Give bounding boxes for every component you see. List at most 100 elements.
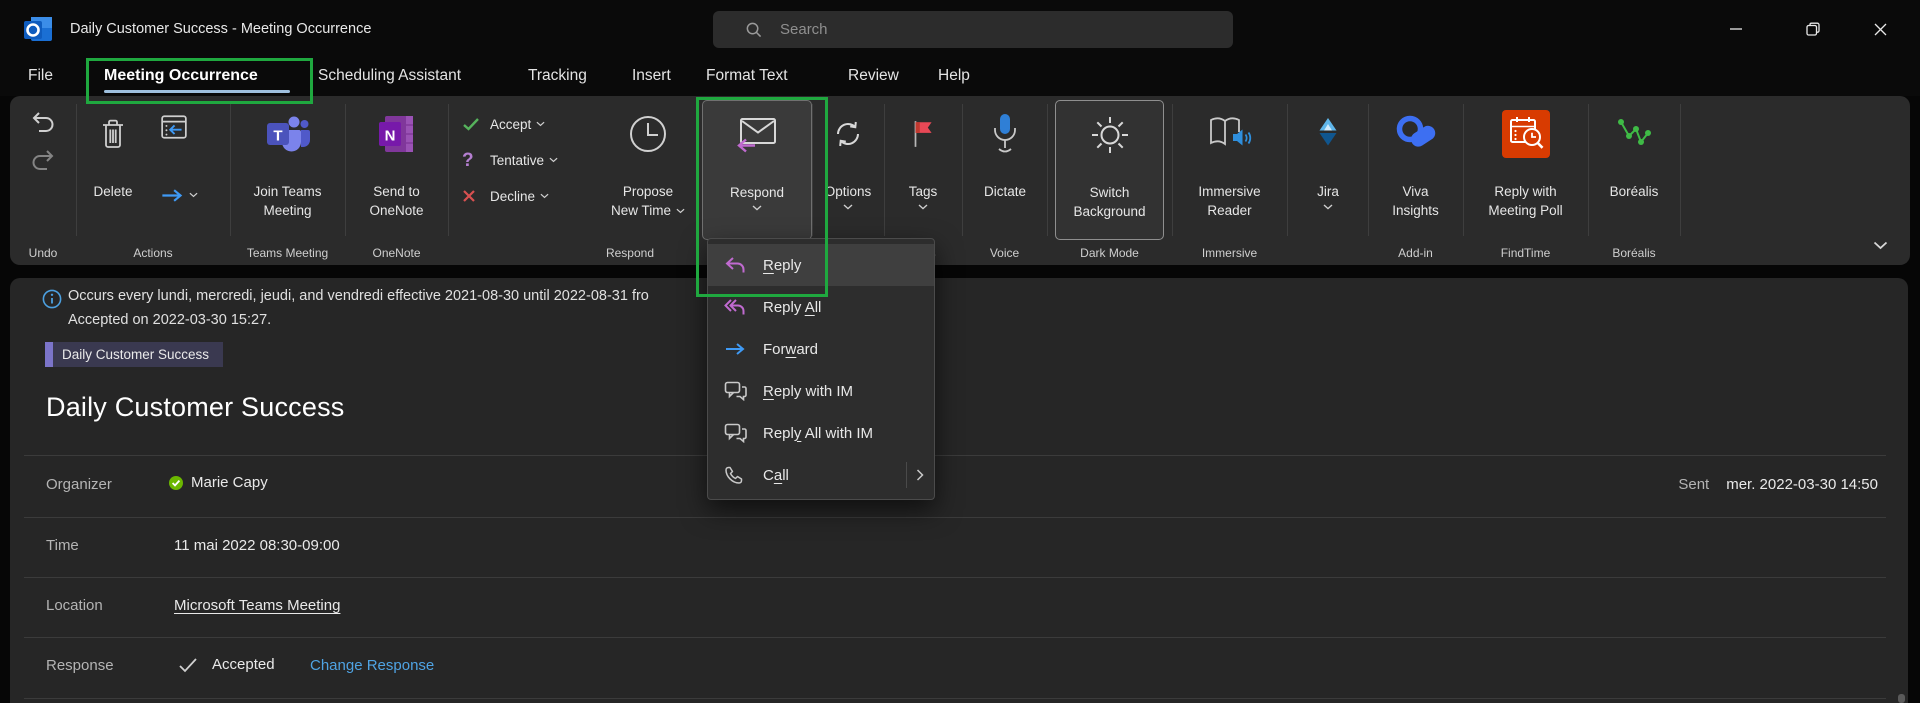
decline-button[interactable]: Decline xyxy=(462,178,602,214)
meeting-poll-label-2: Meeting Poll xyxy=(1488,203,1563,218)
borealis-label: Boréalis xyxy=(1609,184,1659,199)
group-actions: Delete Actions xyxy=(76,96,230,265)
organizer-person[interactable]: Marie Capy xyxy=(168,474,268,491)
category-color-bar xyxy=(45,342,53,367)
tab-scheduling-assistant[interactable]: Scheduling Assistant xyxy=(318,58,461,96)
group-divider xyxy=(1680,104,1681,236)
minimize-icon xyxy=(1730,28,1742,30)
propose-new-time-button[interactable]: Propose New Time xyxy=(598,100,698,240)
restore-button[interactable] xyxy=(1790,0,1836,58)
tab-review[interactable]: Review xyxy=(848,58,899,96)
accept-button[interactable]: Accept xyxy=(462,106,602,142)
tentative-label: Tentative xyxy=(490,152,545,168)
search-input[interactable] xyxy=(778,20,1162,39)
viva-insights-icon xyxy=(1393,103,1439,165)
menu-item-label: Call xyxy=(763,466,789,484)
row-divider xyxy=(24,517,1886,518)
send-to-onenote-button[interactable]: N Send to OneNote xyxy=(349,100,444,240)
delete-button[interactable]: Delete xyxy=(80,100,146,240)
viva-insights-label-2: Insights xyxy=(1392,203,1439,218)
tab-file[interactable]: File xyxy=(28,58,53,96)
switch-background-label-2: Background xyxy=(1073,204,1146,219)
chevron-down-icon xyxy=(752,205,762,211)
immersive-reader-button[interactable]: Immersive Reader xyxy=(1174,100,1285,240)
menu-item-forward[interactable]: Forward xyxy=(708,328,934,370)
tags-button[interactable]: Tags xyxy=(892,100,954,240)
group-label-addin: Add-in xyxy=(1398,246,1433,260)
switch-background-label-1: Switch xyxy=(1089,185,1130,200)
join-teams-label-1: Join Teams xyxy=(253,184,322,199)
options-button[interactable]: Options xyxy=(818,100,878,240)
chevron-down-icon xyxy=(1873,241,1887,249)
submenu-chevron-right-icon xyxy=(916,469,924,481)
meeting-poll-label-1: Reply with xyxy=(1494,184,1557,199)
tentative-button[interactable]: ? Tentative xyxy=(462,142,602,178)
svg-text:T: T xyxy=(273,128,282,145)
group-onenote: N Send to OneNote OneNote xyxy=(345,96,448,265)
group-jira: Jira xyxy=(1287,96,1368,265)
search-box[interactable] xyxy=(713,11,1233,48)
decline-label: Decline xyxy=(490,188,536,204)
switch-background-button[interactable]: Switch Background xyxy=(1055,100,1164,240)
group-borealis: Boréalis Boréalis xyxy=(1588,96,1680,265)
tab-help[interactable]: Help xyxy=(938,58,970,96)
row-divider xyxy=(24,577,1886,578)
undo-button[interactable] xyxy=(22,106,64,140)
presence-available-icon xyxy=(169,475,183,490)
redo-button[interactable] xyxy=(22,144,64,178)
menu-item-label: Reply All xyxy=(763,298,822,316)
propose-label-2: New Time xyxy=(610,203,671,218)
chevron-down-icon xyxy=(1323,204,1333,210)
tab-format-text[interactable]: Format Text xyxy=(706,58,788,96)
menu-item-reply-all-with-im[interactable]: Reply All with IM xyxy=(708,412,934,454)
forward-icon xyxy=(724,342,750,356)
respond-dropdown-menu: Reply Reply All Forward Reply with IM Re… xyxy=(707,238,935,500)
tab-insert[interactable]: Insert xyxy=(632,58,671,96)
time-label: Time xyxy=(46,537,79,554)
menu-item-label: Forward xyxy=(763,340,819,358)
category-label: Daily Customer Success xyxy=(53,342,224,367)
chevron-down-icon xyxy=(918,204,928,210)
accepted-check-icon xyxy=(179,657,197,672)
minimize-button[interactable] xyxy=(1713,0,1759,58)
onenote-icon: N xyxy=(376,103,418,165)
join-teams-label-2: Meeting xyxy=(263,203,312,218)
response-label: Response xyxy=(46,657,114,674)
collapse-ribbon-button[interactable] xyxy=(1865,234,1895,256)
group-label-immersive: Immersive xyxy=(1201,246,1258,260)
respond-label: Respond xyxy=(729,185,785,200)
rsvp-stack: Accept ? Tentative Decline xyxy=(462,106,602,214)
flag-icon xyxy=(911,103,935,165)
respond-envelope-icon xyxy=(734,104,780,166)
viva-insights-button[interactable]: Viva Insights xyxy=(1368,100,1463,240)
menu-item-reply[interactable]: Reply xyxy=(708,244,934,286)
jira-button[interactable]: Jira xyxy=(1293,100,1363,240)
menu-item-reply-with-im[interactable]: Reply with IM xyxy=(708,370,934,412)
close-button[interactable] xyxy=(1857,0,1903,58)
location-link[interactable]: Microsoft Teams Meeting xyxy=(174,597,340,614)
menu-item-call[interactable]: Call xyxy=(708,454,934,496)
change-response-link[interactable]: Change Response xyxy=(310,657,434,674)
dictate-button[interactable]: Dictate xyxy=(970,100,1040,240)
scrollbar-thumb[interactable] xyxy=(1898,694,1905,703)
calendar-arrow-icon xyxy=(161,115,187,139)
immersive-reader-label-1: Immersive xyxy=(1198,184,1261,199)
move-to-calendar-button[interactable] xyxy=(152,106,196,148)
reply-with-meeting-poll-button[interactable]: Reply with Meeting Poll xyxy=(1465,100,1586,240)
title-bar: Daily Customer Success - Meeting Occurre… xyxy=(0,0,1920,58)
menu-item-reply-all[interactable]: Reply All xyxy=(708,286,934,328)
borealis-button[interactable]: Boréalis xyxy=(1588,100,1680,240)
respond-button[interactable]: Respond xyxy=(702,100,812,240)
forward-action-button[interactable] xyxy=(150,180,208,210)
tab-tracking[interactable]: Tracking xyxy=(528,58,587,96)
restore-icon xyxy=(1806,22,1820,36)
organizer-value: Marie Capy xyxy=(191,474,268,491)
chevron-down-icon xyxy=(676,208,685,213)
join-teams-meeting-button[interactable]: T Join Teams Meeting xyxy=(234,100,341,240)
group-label-actions: Actions xyxy=(133,246,173,260)
chevron-down-icon xyxy=(189,192,198,198)
delete-label: Delete xyxy=(93,184,133,199)
im-chat-icon xyxy=(724,381,750,401)
accept-check-icon xyxy=(462,117,490,131)
options-label: Options xyxy=(824,184,872,199)
